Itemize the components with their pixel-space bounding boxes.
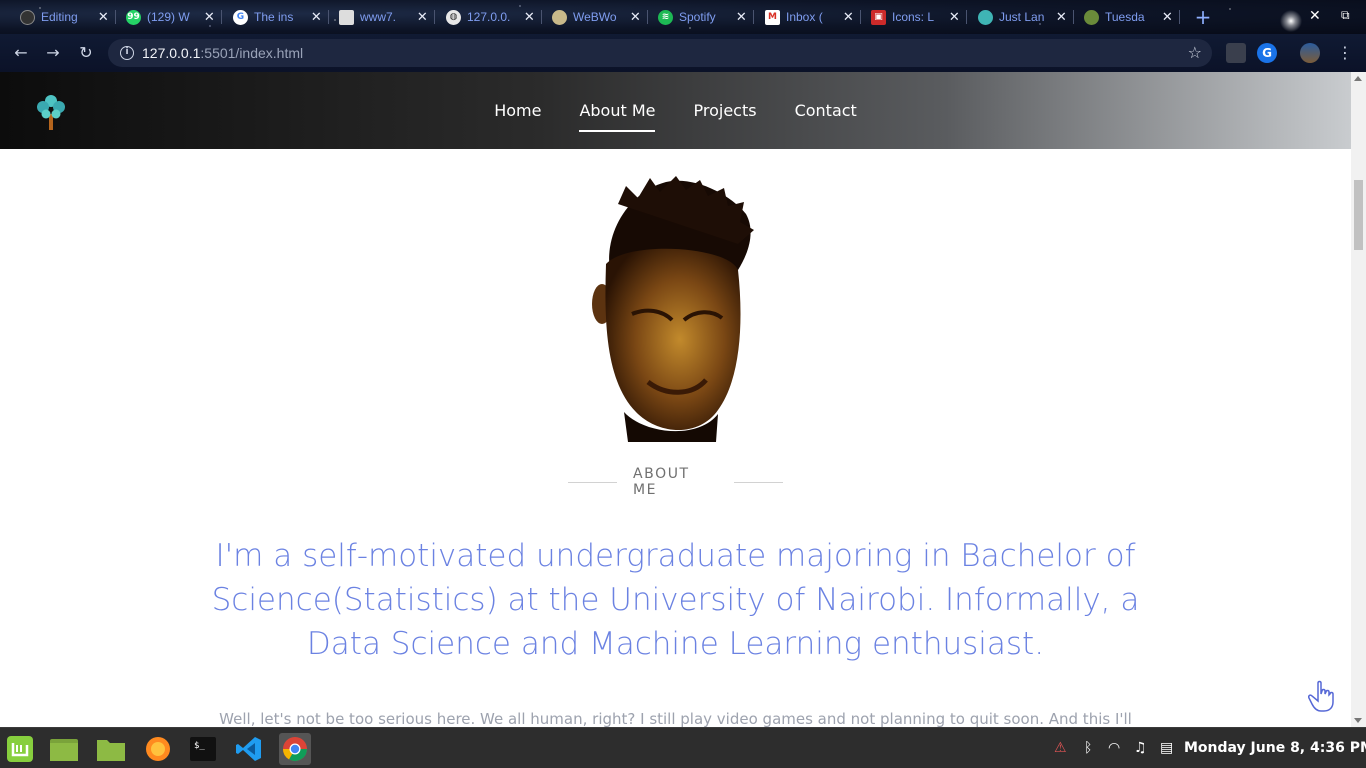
tab-tuesday[interactable]: Tuesda ✕ (1074, 4, 1180, 30)
maximize-icon[interactable]: ⧉ (1341, 8, 1350, 23)
clipboard-icon[interactable]: ▤ (1160, 740, 1173, 756)
tab-label: WeBWo (573, 10, 617, 24)
nav-contact[interactable]: Contact (795, 97, 857, 124)
about-headline: I'm a self-motivated undergraduate major… (211, 538, 1140, 662)
wallpaper-sparkle (1278, 8, 1304, 34)
about-body: Well, let's not be too serious here. We … (219, 710, 1132, 727)
page-viewport: Home About Me Projects Contact ABOUT ME … (0, 72, 1366, 727)
close-icon[interactable]: ✕ (203, 10, 216, 25)
page-icon (339, 9, 354, 25)
tab-label: (129) W (147, 10, 190, 24)
tree-icon (978, 9, 993, 25)
nav-home[interactable]: Home (494, 97, 541, 124)
gmail-icon: M (765, 9, 780, 25)
tab-label: www7. (360, 10, 397, 24)
scroll-down-arrow[interactable] (1354, 718, 1362, 723)
url-text: 127.0.0.1:5501/index.html (142, 45, 303, 61)
tab-label: Inbox ( (786, 10, 823, 24)
tab-editing[interactable]: Editing ✕ (10, 4, 116, 30)
webwork-icon (552, 9, 567, 25)
folder-icon[interactable] (95, 733, 127, 765)
svg-text:$_: $_ (194, 741, 205, 751)
close-icon[interactable]: ✕ (1161, 10, 1174, 25)
page-scrollbar[interactable] (1351, 72, 1366, 727)
tab-just-landed[interactable]: Just Lan ✕ (968, 4, 1074, 30)
hand-cursor-icon (1308, 680, 1334, 712)
minimize-icon[interactable]: ✕ (1309, 8, 1321, 24)
icons-icon: ▣ (871, 9, 886, 25)
tab-www7[interactable]: www7. ✕ (329, 4, 435, 30)
close-icon[interactable]: ✕ (523, 10, 536, 25)
new-tab-button[interactable]: + (1194, 6, 1212, 28)
url-path: :5501/index.html (200, 45, 304, 61)
tab-google[interactable]: G The ins ✕ (223, 4, 329, 30)
mint-menu-icon[interactable] (4, 733, 36, 765)
url-host: 127.0.0.1 (142, 45, 201, 61)
spotify-icon: ≋ (658, 9, 673, 25)
sound-icon[interactable]: ♫ (1134, 740, 1147, 756)
tab-label: The ins (254, 10, 294, 24)
tab-label: 127.0.0. (467, 10, 511, 24)
taskbar-clock[interactable]: Monday June 8, 4:36 PM (1184, 740, 1366, 756)
google-icon: G (233, 9, 248, 25)
chrome-icon[interactable] (279, 733, 311, 765)
divider-line (568, 481, 617, 483)
bookmark-star-icon[interactable]: ☆ (1188, 43, 1202, 62)
bluetooth-icon[interactable]: ᛒ (1084, 740, 1092, 756)
info-icon[interactable]: i (120, 46, 134, 60)
tab-label: Spotify (679, 10, 716, 24)
close-icon[interactable]: ✕ (310, 10, 323, 25)
files-icon[interactable] (48, 733, 80, 765)
close-icon[interactable]: ✕ (416, 10, 429, 25)
tab-webwork[interactable]: WeBWo ✕ (542, 4, 648, 30)
palm-icon (1084, 9, 1099, 25)
divider-line (734, 481, 784, 483)
close-icon[interactable]: ✕ (97, 10, 110, 25)
close-icon[interactable]: ✕ (1055, 10, 1068, 25)
tab-label: Editing (41, 10, 78, 24)
grammarly-icon[interactable]: G (1257, 43, 1277, 63)
tab-label: Icons: L (892, 10, 935, 24)
browser-tab-strip: Editing ✕ 99 (129) W ✕ G The ins ✕ www7.… (0, 0, 1366, 34)
menu-kebab-icon[interactable]: ⋮ (1334, 42, 1356, 64)
browser-toolbar: ← → ↻ i 127.0.0.1:5501/index.html ☆ G ⋮ (0, 34, 1366, 72)
tab-label: Tuesda (1105, 10, 1145, 24)
profile-portrait (592, 176, 754, 442)
close-icon[interactable]: ✕ (842, 10, 855, 25)
reload-icon[interactable]: ↻ (75, 42, 97, 64)
terminal-icon[interactable]: $_ (187, 733, 219, 765)
back-icon[interactable]: ← (10, 42, 32, 64)
tab-whatsapp[interactable]: 99 (129) W ✕ (116, 4, 222, 30)
wifi-icon[interactable]: ◠ (1108, 740, 1120, 756)
site-navbar: Home About Me Projects Contact (0, 72, 1351, 149)
os-taskbar: $_ ⚠ ᛒ ◠ ♫ ▤ Monday June 8, 4:36 PM (0, 727, 1366, 768)
globe-icon: ◍ (446, 9, 461, 25)
tab-gmail[interactable]: M Inbox ( ✕ (755, 4, 861, 30)
about-me-section-label: ABOUT ME (568, 466, 784, 498)
scrollbar-thumb[interactable] (1354, 180, 1363, 250)
update-manager-icon[interactable]: ⚠ (1054, 740, 1067, 756)
close-icon[interactable]: ✕ (629, 10, 642, 25)
tab-label: Just Lan (999, 10, 1045, 24)
firefox-icon[interactable] (142, 733, 174, 765)
whatsapp-icon: 99 (126, 9, 141, 25)
tab-spotify[interactable]: ≋ Spotify ✕ (648, 4, 754, 30)
close-icon[interactable]: ✕ (735, 10, 748, 25)
tab-icons[interactable]: ▣ Icons: L ✕ (861, 4, 967, 30)
forward-icon[interactable]: → (42, 42, 64, 64)
scroll-up-arrow[interactable] (1354, 76, 1362, 81)
extension-icon[interactable] (1226, 43, 1246, 63)
close-icon[interactable]: ✕ (948, 10, 961, 25)
tab-localhost[interactable]: ◍ 127.0.0. ✕ (436, 4, 542, 30)
address-bar[interactable]: i 127.0.0.1:5501/index.html ☆ (108, 39, 1212, 67)
section-label-text: ABOUT ME (632, 466, 690, 498)
profile-avatar[interactable] (1300, 43, 1320, 63)
nav-links: Home About Me Projects Contact (0, 72, 1351, 149)
nav-projects[interactable]: Projects (693, 97, 756, 124)
nav-about-me[interactable]: About Me (579, 97, 656, 132)
vscode-icon[interactable] (233, 733, 265, 765)
github-icon (20, 9, 35, 25)
